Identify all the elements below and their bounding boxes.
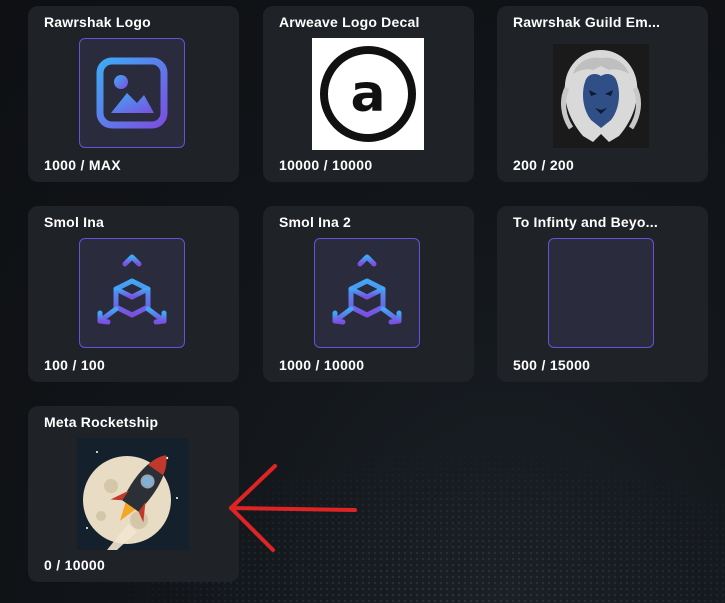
lion-emblem bbox=[553, 44, 649, 148]
asset-card[interactable]: Smol Ina 100 / 100 bbox=[28, 206, 239, 382]
card-title: Arweave Logo Decal bbox=[279, 14, 420, 30]
asset-card[interactable]: To Infinty and Beyo... 500 / 15000 bbox=[497, 206, 708, 382]
card-title: Smol Ina 2 bbox=[279, 214, 352, 230]
card-supply-count: 200 / 200 bbox=[513, 157, 575, 173]
asset-card[interactable]: Meta Rocketship 0 / 10000 bbox=[28, 406, 239, 582]
asset-card[interactable]: Arweave Logo Decal a 10000 / 10000 bbox=[263, 6, 474, 182]
annotation-arrow-icon bbox=[229, 464, 357, 552]
card-title: Rawrshak Guild Em... bbox=[513, 14, 661, 30]
3d-cube-icon bbox=[79, 238, 185, 348]
card-supply-count: 100 / 100 bbox=[44, 357, 106, 373]
card-title: Rawrshak Logo bbox=[44, 14, 151, 30]
audio-wave-icon bbox=[548, 238, 654, 348]
card-title: To Infinty and Beyo... bbox=[513, 214, 658, 230]
card-supply-count: 500 / 15000 bbox=[513, 357, 591, 373]
card-supply-count: 1000 / MAX bbox=[44, 157, 121, 173]
card-title: Meta Rocketship bbox=[44, 414, 159, 430]
rocket-moon-image bbox=[77, 438, 189, 550]
3d-cube-icon bbox=[314, 238, 420, 348]
card-supply-count: 1000 / 10000 bbox=[279, 357, 365, 373]
asset-card[interactable]: Rawrshak Guild Em... 200 / 200 bbox=[497, 6, 708, 182]
image-placeholder-icon bbox=[79, 38, 185, 148]
arweave-logo: a bbox=[312, 38, 424, 150]
asset-card[interactable]: Smol Ina 2 1000 / 10000 bbox=[263, 206, 474, 382]
card-title: Smol Ina bbox=[44, 214, 104, 230]
asset-card[interactable]: Rawrshak Logo 1000 / MAX bbox=[28, 6, 239, 182]
svg-text:a: a bbox=[350, 64, 385, 124]
card-supply-count: 0 / 10000 bbox=[44, 557, 106, 573]
card-supply-count: 10000 / 10000 bbox=[279, 157, 373, 173]
